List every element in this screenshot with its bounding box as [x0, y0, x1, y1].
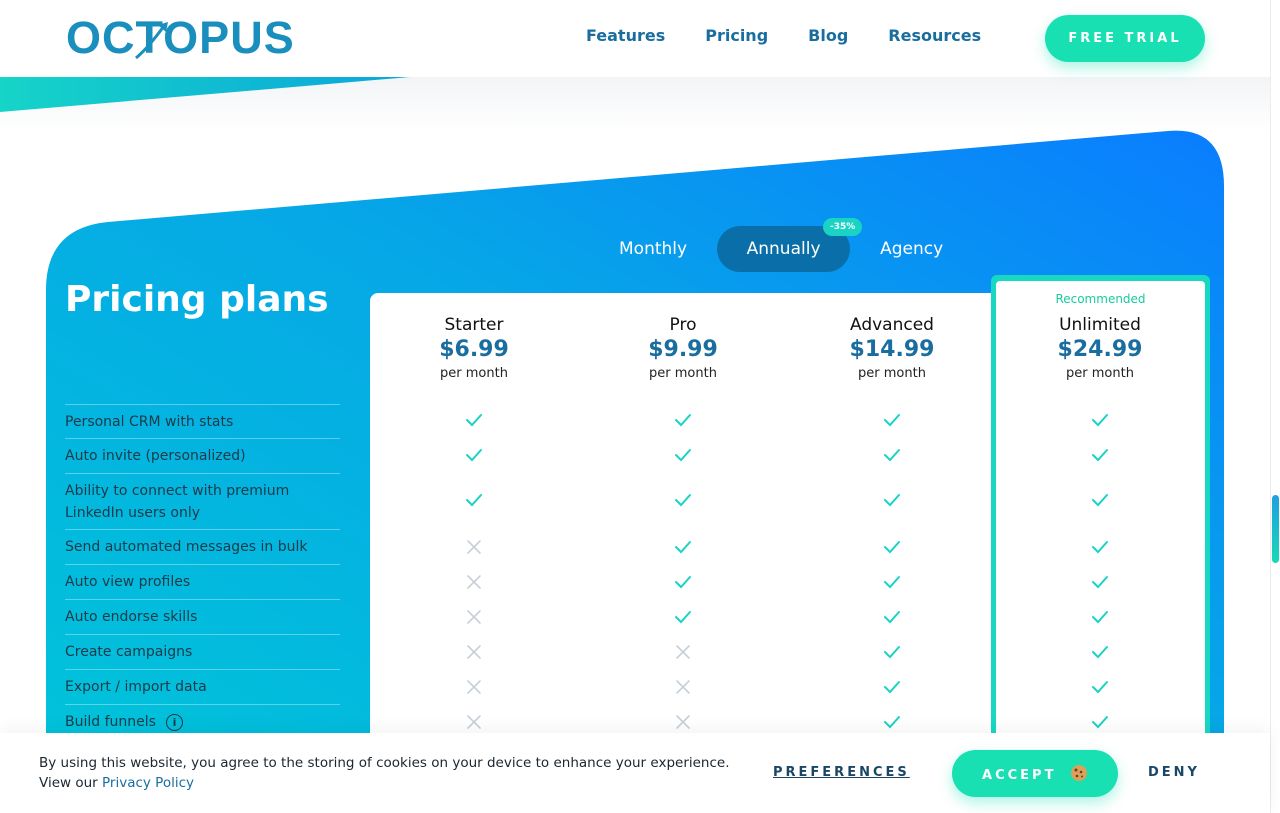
plan-period: per month	[649, 366, 717, 381]
cross-icon	[467, 575, 481, 589]
check-icon	[1092, 716, 1108, 729]
cross-icon	[467, 680, 481, 694]
plan-period: per month	[440, 366, 508, 381]
billing-toggle: Monthly Annually Agency -35%	[590, 218, 972, 272]
accept-button[interactable]: ACCEPT	[952, 750, 1118, 797]
check-icon	[1092, 646, 1108, 659]
check-icon	[884, 414, 900, 427]
check-icon	[884, 611, 900, 624]
discount-badge: -35%	[823, 218, 863, 236]
check-icon	[1092, 611, 1108, 624]
check-icon	[884, 541, 900, 554]
plan-price: $6.99	[439, 337, 509, 362]
nav-resources[interactable]: Resources	[888, 26, 981, 45]
octopus-logo[interactable]: OCTOPUS	[66, 12, 295, 63]
check-icon	[884, 646, 900, 659]
check-icon	[675, 414, 691, 427]
check-icon	[466, 414, 482, 427]
plan-starter: Starter $6.99 per month	[374, 314, 574, 384]
page-title: Pricing plans	[65, 279, 329, 320]
feature-row: Auto endorse skills	[65, 599, 340, 634]
plan-pro: Pro $9.99 per month	[583, 314, 783, 384]
plan-advanced: Advanced $14.99 per month	[792, 314, 992, 384]
check-icon	[1092, 414, 1108, 427]
check-icon	[675, 494, 691, 507]
recommended-label: Recommended	[1055, 292, 1146, 306]
plan-unlimited: Unlimited $24.99 per month	[1000, 314, 1200, 384]
deny-button[interactable]: DENY	[1148, 765, 1200, 780]
nav-pricing[interactable]: Pricing	[705, 26, 768, 45]
feature-row: Auto invite (personalized)	[65, 438, 340, 473]
billing-option-monthly[interactable]: Monthly	[590, 226, 716, 272]
cross-icon	[676, 645, 690, 659]
check-icon	[1092, 541, 1108, 554]
header-shadow	[0, 77, 1270, 132]
feature-row: Ability to connect with premium LinkedIn…	[65, 473, 340, 529]
main-nav: Features Pricing Blog Resources	[586, 26, 981, 45]
check-icon	[1092, 576, 1108, 589]
check-icon	[884, 716, 900, 729]
plan-period: per month	[1066, 366, 1134, 381]
check-icon	[884, 576, 900, 589]
plan-name: Pro	[669, 315, 697, 335]
check-icon	[1092, 449, 1108, 462]
cross-icon	[676, 680, 690, 694]
free-trial-button[interactable]: FREE TRIAL	[1045, 15, 1205, 62]
feature-row: Personal CRM with stats	[65, 404, 340, 438]
plan-period: per month	[858, 366, 926, 381]
check-icon	[675, 576, 691, 589]
plan-price: $24.99	[1057, 337, 1143, 362]
plan-price: $9.99	[648, 337, 718, 362]
check-icon	[675, 611, 691, 624]
check-icon	[1092, 494, 1108, 507]
privacy-policy-link[interactable]: Privacy Policy	[102, 775, 194, 791]
site-header: OCTOPUS Features Pricing Blog Resources …	[0, 0, 1270, 77]
check-icon	[884, 494, 900, 507]
preferences-button[interactable]: PREFERENCES	[773, 765, 910, 780]
cookie-consent-bar: By using this website, you agree to the …	[0, 733, 1270, 813]
page-scrollbar[interactable]	[1270, 0, 1280, 813]
cross-icon	[467, 540, 481, 554]
check-icon	[884, 449, 900, 462]
cookie-message: By using this website, you agree to the …	[39, 755, 730, 791]
nav-blog[interactable]: Blog	[808, 26, 848, 45]
check-icon	[675, 449, 691, 462]
billing-option-agency[interactable]: Agency	[851, 226, 972, 272]
check-icon	[1092, 681, 1108, 694]
plan-name: Unlimited	[1059, 315, 1141, 335]
check-icon	[466, 494, 482, 507]
feature-row: Auto view profiles	[65, 564, 340, 599]
feature-row: Send automated messages in bulk	[65, 529, 340, 564]
cross-icon	[467, 645, 481, 659]
plan-name: Advanced	[850, 315, 934, 335]
feature-row: Create campaigns	[65, 634, 340, 669]
check-icon	[884, 681, 900, 694]
feature-row: Export / import data	[65, 669, 340, 704]
cross-icon	[676, 715, 690, 729]
info-icon[interactable]: i	[165, 713, 183, 731]
plan-price: $14.99	[849, 337, 935, 362]
cross-icon	[467, 715, 481, 729]
plan-name: Starter	[444, 315, 504, 335]
scrollbar-thumb[interactable]	[1272, 495, 1279, 563]
logo-text: OCTOPUS	[66, 12, 295, 63]
cookie-icon	[1070, 765, 1087, 781]
logo-arrow-icon	[135, 22, 168, 60]
check-icon	[675, 541, 691, 554]
cross-icon	[467, 610, 481, 624]
nav-features[interactable]: Features	[586, 26, 665, 45]
check-icon	[466, 449, 482, 462]
feature-list: Personal CRM with stats Auto invite (per…	[65, 404, 340, 739]
